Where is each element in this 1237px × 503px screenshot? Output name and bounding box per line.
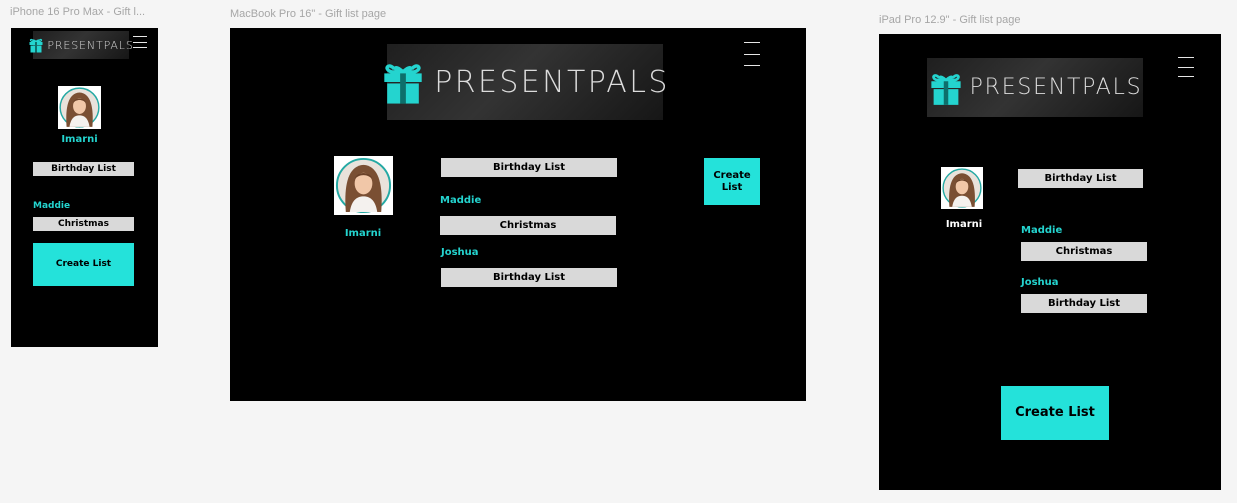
brand-logo[interactable]: PRESENTPALS: [384, 44, 667, 120]
tablet-frame: PRESENTPALS Imarni Birthday List Maddie …: [879, 34, 1221, 490]
user-name: Imarni: [61, 134, 98, 145]
avatar: [334, 156, 393, 215]
profile-photo: [58, 86, 101, 129]
desktop-frame-label: MacBook Pro 16" - Gift list page: [230, 8, 387, 20]
list-owner-joshua: Joshua: [1021, 277, 1059, 288]
logo-text: PRESENTPALS: [47, 38, 134, 52]
own-list-button[interactable]: Birthday List: [1018, 169, 1143, 188]
tablet-frame-label: iPad Pro 12.9" - Gift list page: [879, 14, 1021, 26]
shared-list-button[interactable]: Christmas: [1021, 242, 1147, 261]
profile-photo: [334, 156, 393, 215]
create-list-button[interactable]: Create List: [704, 158, 760, 205]
list-owner-maddie: Maddie: [440, 195, 482, 206]
profile-photo: [941, 167, 983, 209]
brand-logo[interactable]: PRESENTPALS: [29, 31, 133, 59]
hamburger-menu-icon[interactable]: [1178, 57, 1194, 77]
shared-list-button[interactable]: Birthday List: [441, 268, 617, 287]
list-owner-maddie: Maddie: [33, 201, 71, 211]
gift-icon: [384, 64, 422, 104]
phone-frame: PRESENTPALS Imarni Birthday List Maddie …: [11, 28, 158, 347]
gift-icon: [29, 38, 43, 53]
phone-frame-label: iPhone 16 Pro Max - Gift l...: [10, 6, 146, 18]
own-list-button[interactable]: Birthday List: [441, 158, 617, 177]
shared-list-button[interactable]: Christmas: [33, 217, 134, 231]
hamburger-menu-icon[interactable]: [133, 36, 147, 48]
create-list-button[interactable]: Create List: [33, 243, 134, 286]
gift-icon: [931, 73, 961, 105]
logo-text: PRESENTPALS: [969, 75, 1143, 100]
logo-text: PRESENTPALS: [434, 64, 670, 100]
create-list-button[interactable]: Create List: [1001, 386, 1109, 440]
avatar: [941, 167, 983, 209]
avatar: [58, 86, 101, 129]
shared-list-button[interactable]: Christmas: [440, 216, 616, 235]
own-list-button[interactable]: Birthday List: [33, 162, 134, 176]
shared-list-button[interactable]: Birthday List: [1021, 294, 1147, 313]
list-owner-joshua: Joshua: [441, 247, 479, 258]
brand-logo[interactable]: PRESENTPALS: [927, 58, 1143, 117]
hamburger-menu-icon[interactable]: [744, 42, 760, 66]
list-owner-maddie: Maddie: [1021, 225, 1063, 236]
user-name: Imarni: [344, 228, 382, 239]
desktop-frame: PRESENTPALS Imarni Birthday List Maddie …: [230, 28, 806, 401]
user-name: Imarni: [945, 219, 983, 230]
